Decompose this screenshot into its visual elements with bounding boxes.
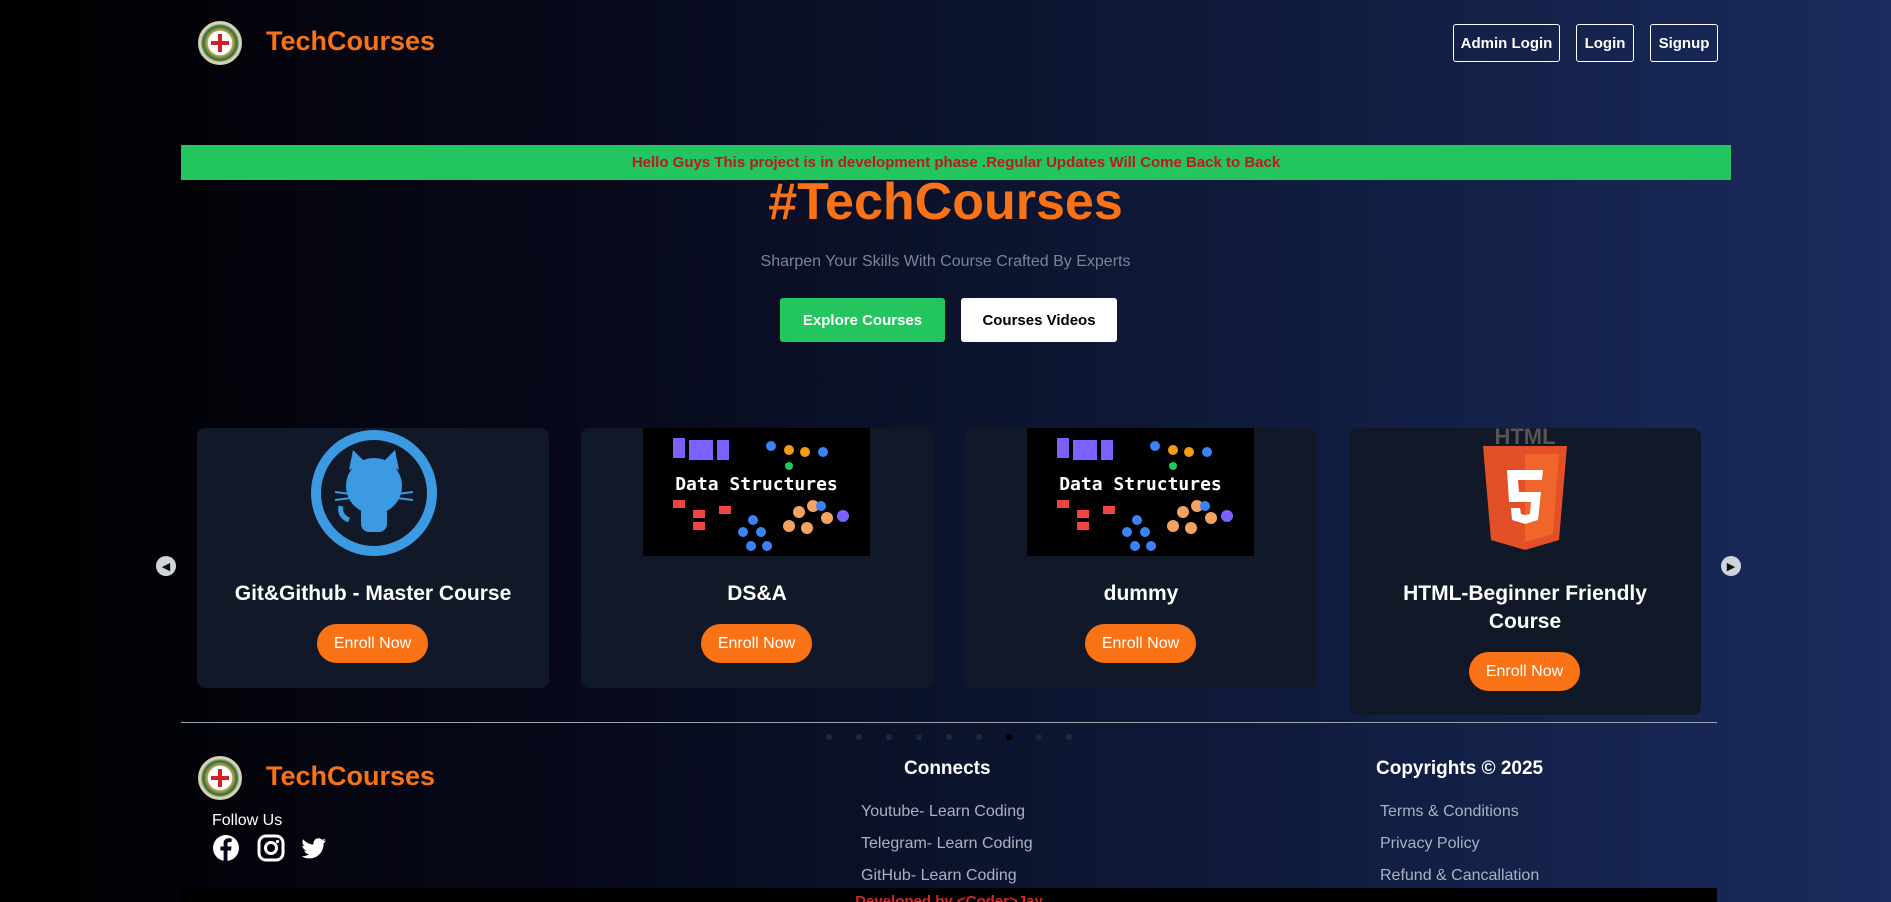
- course-card: HTML HTML-Beginner Friendly Course Enrol…: [1349, 428, 1701, 715]
- course-title: dummy: [1103, 582, 1179, 605]
- twitter-icon[interactable]: [300, 834, 328, 862]
- connects-title: Connects: [904, 758, 991, 779]
- instagram-icon[interactable]: [257, 834, 285, 862]
- course-card: Git&Github - Master Course Enroll Now: [197, 428, 549, 688]
- carousel-dots: [826, 734, 1072, 740]
- data-structures-image: Data Structures: [643, 428, 870, 556]
- explore-courses-button[interactable]: Explore Courses: [780, 298, 945, 342]
- privacy-link[interactable]: Privacy Policy: [1380, 835, 1480, 853]
- telegram-link[interactable]: Telegram- Learn Coding: [861, 835, 1033, 853]
- course-card: Data Structures DS&A Enroll Now: [581, 428, 933, 688]
- image-text: Data Structures: [1059, 474, 1222, 495]
- hero-subtitle: Sharpen Your Skills With Course Crafted …: [760, 253, 1131, 270]
- carousel-dot[interactable]: [826, 734, 832, 740]
- header: TechCourses Admin Login Login Signup: [0, 0, 1891, 86]
- enroll-now-button[interactable]: Enroll Now: [701, 624, 812, 663]
- facebook-icon[interactable]: [212, 834, 240, 862]
- admin-login-button[interactable]: Admin Login: [1453, 24, 1560, 62]
- youtube-link[interactable]: Youtube- Learn Coding: [861, 803, 1025, 821]
- follow-us-label: Follow Us: [212, 812, 283, 829]
- logo-icon[interactable]: [198, 21, 242, 65]
- course-title: DS&A: [727, 582, 787, 605]
- carousel-dot[interactable]: [976, 734, 982, 740]
- image-text: Data Structures: [675, 474, 838, 495]
- carousel-next-icon[interactable]: ▶: [1721, 556, 1741, 576]
- enroll-now-button[interactable]: Enroll Now: [1469, 652, 1580, 691]
- github-link[interactable]: GitHub- Learn Coding: [861, 867, 1017, 885]
- terms-link[interactable]: Terms & Conditions: [1380, 803, 1519, 821]
- enroll-now-button[interactable]: Enroll Now: [1085, 624, 1196, 663]
- copyrights-title: Copyrights © 2025: [1376, 758, 1544, 779]
- data-structures-image: Data Structures: [1027, 428, 1254, 556]
- github-octocat-icon: [311, 430, 437, 556]
- html5-logo-icon: HTML: [1483, 428, 1567, 550]
- footer-brand-name[interactable]: TechCourses: [266, 761, 435, 792]
- svg-text:HTML: HTML: [1494, 428, 1555, 449]
- footer-divider: [181, 722, 1717, 723]
- notice-text: Hello Guys This project is in developmen…: [631, 154, 1281, 171]
- brand-name[interactable]: TechCourses: [266, 26, 435, 57]
- enroll-now-button[interactable]: Enroll Now: [317, 624, 428, 663]
- course-title: Git&Github - Master Course: [234, 582, 512, 605]
- course-title: HTML-Beginner Friendly Course: [1403, 582, 1647, 633]
- developer-credit: Developed by <Coder>Jay: [855, 893, 1043, 902]
- carousel-dot[interactable]: [856, 734, 862, 740]
- courses-videos-button[interactable]: Courses Videos: [961, 298, 1117, 342]
- signup-button[interactable]: Signup: [1650, 24, 1718, 62]
- carousel-dot-active[interactable]: [1006, 734, 1012, 740]
- carousel-dot[interactable]: [916, 734, 922, 740]
- carousel-dot[interactable]: [946, 734, 952, 740]
- carousel-dot[interactable]: [1036, 734, 1042, 740]
- login-button[interactable]: Login: [1576, 24, 1634, 62]
- course-card: Data Structures dummy Enroll Now: [965, 428, 1317, 688]
- carousel-dot[interactable]: [1066, 734, 1072, 740]
- developer-credit-bar: Developed by <Coder>Jay: [181, 888, 1717, 902]
- footer-logo-icon[interactable]: [198, 756, 242, 800]
- refund-link[interactable]: Refund & Cancallation: [1380, 867, 1539, 885]
- carousel-dot[interactable]: [886, 734, 892, 740]
- hero-title: #TechCourses: [768, 173, 1123, 231]
- carousel-prev-icon[interactable]: ◀: [156, 556, 176, 576]
